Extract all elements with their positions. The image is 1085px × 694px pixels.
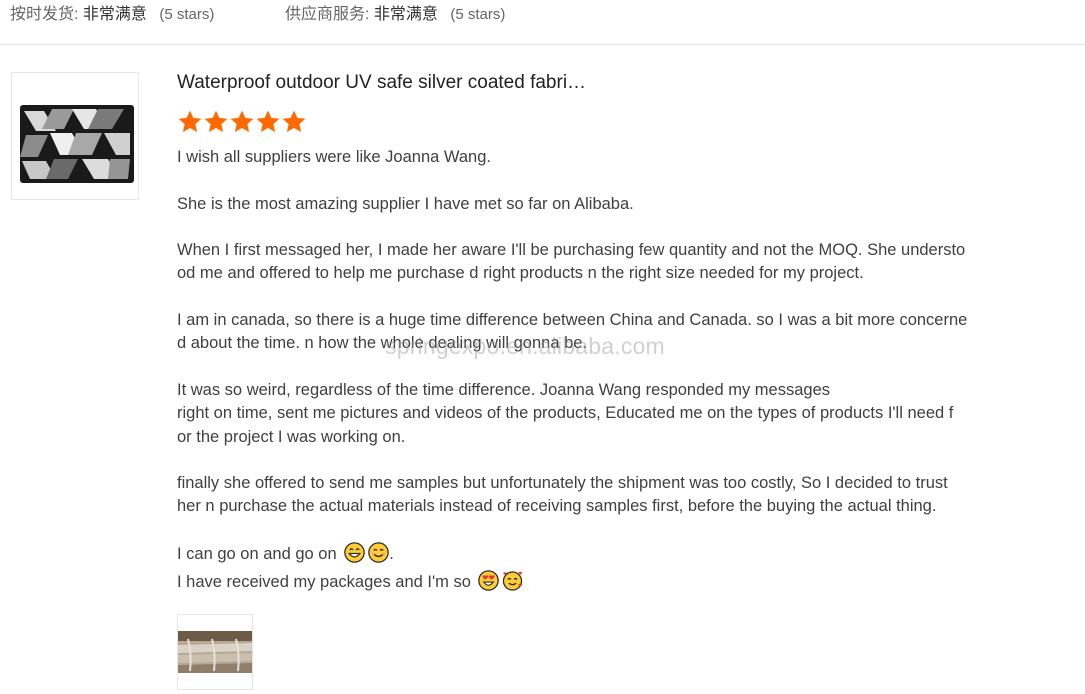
product-image (20, 105, 134, 183)
product-thumbnail[interactable] (11, 72, 139, 200)
review-paragraph: d about the time. n how the whole dealin… (177, 334, 588, 353)
review-line-text: . (389, 545, 394, 564)
star-icon (280, 110, 306, 140)
review-text: I wish all suppliers were like Joanna Wa… (177, 146, 1027, 599)
review-line-text: I can go on and go on (177, 545, 337, 564)
review-paragraph: finally she offered to send me samples b… (177, 474, 948, 493)
rating-label: 按时发货: (10, 6, 79, 23)
star-icon (176, 110, 202, 140)
rating-stars-text: (5 stars) (450, 6, 506, 23)
review-photo-image (178, 631, 252, 673)
rating-label: 供应商服务: (285, 6, 370, 23)
review-paragraph: She is the most amazing supplier I have … (177, 194, 634, 213)
star-icon (202, 110, 228, 140)
star-icon (228, 110, 254, 140)
heart-eyes-icon (478, 570, 500, 598)
review-line-text: I have received my packages and I'm so (177, 573, 471, 592)
product-title[interactable]: Waterproof outdoor UV safe silver coated… (177, 70, 586, 96)
grinning-face-icon (344, 542, 366, 570)
review-photo-thumbnail[interactable] (177, 614, 253, 690)
review-paragraph: right on time, sent me pictures and vide… (177, 404, 954, 423)
smiling-face-icon (368, 542, 390, 570)
on-time-delivery-rating: 按时发货: 非常满意 (5 stars) (10, 5, 214, 25)
review-paragraph: I have received my packages and I'm so (177, 570, 1027, 598)
supplier-ratings-bar: 按时发货: 非常满意 (5 stars) 供应商服务: 非常满意 (5 star… (0, 0, 1085, 45)
review-paragraph: I can go on and go on . (177, 542, 1027, 570)
review-star-rating (176, 108, 306, 136)
rating-stars-text: (5 stars) (159, 6, 215, 23)
supplier-service-rating: 供应商服务: 非常满意 (5 stars) (285, 5, 505, 25)
review-paragraph: her n purchase the actual materials inst… (177, 497, 937, 516)
review-paragraph: When I first messaged her, I made her aw… (177, 241, 966, 260)
rating-value: 非常满意 (82, 6, 147, 23)
review-paragraph: or the project I was working on. (177, 427, 406, 446)
review-paragraph: I am in canada, so there is a huge time … (177, 311, 968, 330)
star-icon (254, 110, 280, 140)
smiling-face-with-hearts-icon (502, 570, 523, 598)
review-paragraph: I wish all suppliers were like Joanna Wa… (177, 148, 491, 166)
review-paragraph: It was so weird, regardless of the time … (177, 380, 830, 399)
rating-value: 非常满意 (373, 6, 438, 23)
review-paragraph: od me and offered to help me purchase d … (177, 264, 864, 283)
